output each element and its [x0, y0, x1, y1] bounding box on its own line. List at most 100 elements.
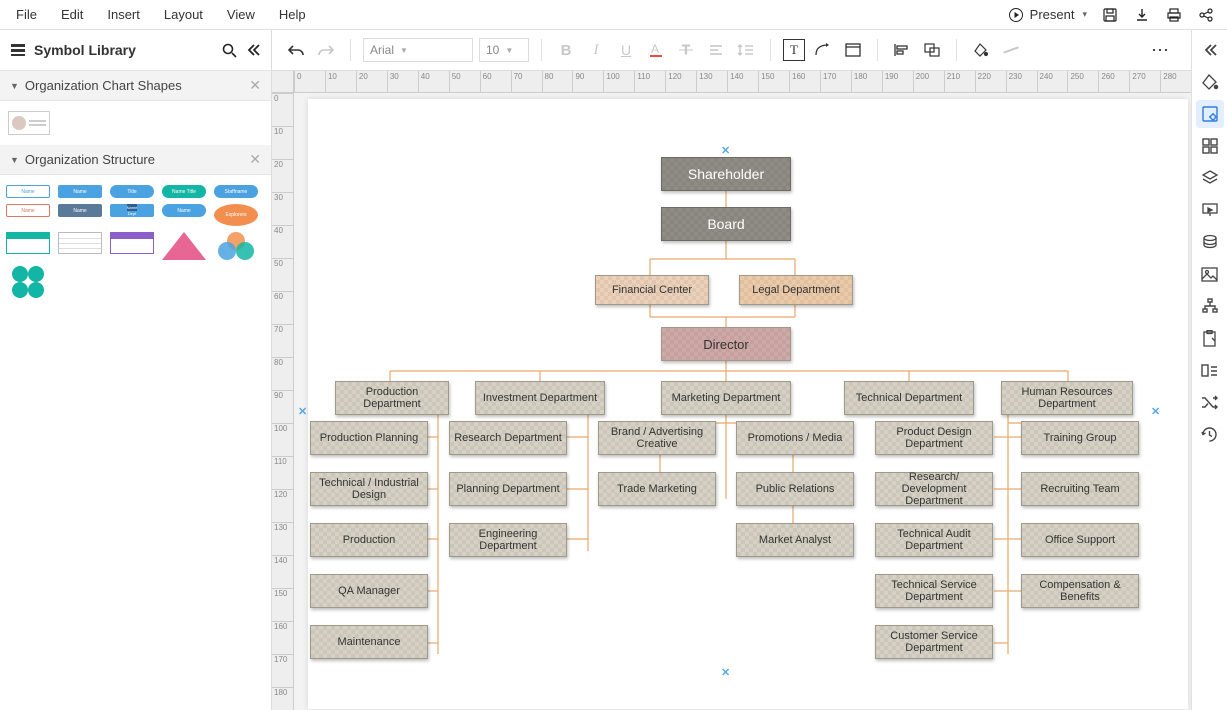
node-dept-technical[interactable]: Technical Department: [844, 381, 974, 415]
close-icon[interactable]: ✕: [249, 151, 261, 168]
share-icon[interactable]: [1197, 6, 1215, 24]
menu-layout[interactable]: Layout: [164, 7, 203, 22]
shape-four-circles[interactable]: [6, 266, 50, 298]
download-icon[interactable]: [1133, 6, 1151, 24]
align-button[interactable]: [704, 38, 728, 62]
menu-help[interactable]: Help: [279, 7, 306, 22]
italic-button[interactable]: I: [584, 38, 608, 62]
shape-explorers[interactable]: Explorers: [214, 204, 258, 226]
node-prod-1[interactable]: Technical / Industrial Design: [310, 472, 428, 506]
save-icon[interactable]: [1101, 6, 1119, 24]
shape-staffname[interactable]: Staffname: [214, 185, 258, 198]
shape-name-title[interactable]: Name Title: [162, 185, 206, 198]
shape-name-dark[interactable]: Name: [58, 204, 102, 217]
node-hr-0[interactable]: Training Group: [1021, 421, 1139, 455]
menu-file[interactable]: File: [16, 7, 37, 22]
align-objects-button[interactable]: [890, 38, 914, 62]
node-prod-0[interactable]: Production Planning: [310, 421, 428, 455]
menu-insert[interactable]: Insert: [107, 7, 140, 22]
present-button[interactable]: Present ▾: [1008, 7, 1087, 23]
close-icon[interactable]: ✕: [249, 77, 261, 94]
node-mktr-0[interactable]: Promotions / Media: [736, 421, 854, 455]
more-button[interactable]: ⋯: [1151, 40, 1171, 61]
node-tech-2[interactable]: Technical Audit Department: [875, 523, 993, 557]
fill-tool-icon[interactable]: [1196, 68, 1224, 96]
shape-table-purple[interactable]: [110, 232, 154, 254]
clipboard-icon[interactable]: [1196, 324, 1224, 352]
node-shareholder[interactable]: Shareholder: [661, 157, 791, 191]
shape-name-dept[interactable]: NameDept: [110, 204, 154, 217]
history-icon[interactable]: [1196, 420, 1224, 448]
shape-triangle[interactable]: [162, 232, 206, 260]
text-tool-button[interactable]: T: [783, 39, 805, 61]
shuffle-icon[interactable]: [1196, 388, 1224, 416]
anchor-bottom[interactable]: ✕: [721, 666, 730, 679]
bold-button[interactable]: B: [554, 38, 578, 62]
node-hr-2[interactable]: Office Support: [1021, 523, 1139, 557]
strike-button[interactable]: T: [674, 38, 698, 62]
node-hr-1[interactable]: Recruiting Team: [1021, 472, 1139, 506]
node-board[interactable]: Board: [661, 207, 791, 241]
anchor-left[interactable]: ✕: [298, 405, 307, 418]
node-mkt-0[interactable]: Brand / Advertising Creative: [598, 421, 716, 455]
node-hr-3[interactable]: Compensation & Benefits: [1021, 574, 1139, 608]
underline-button[interactable]: U: [614, 38, 638, 62]
shape-name-outline[interactable]: Name: [6, 185, 50, 198]
page[interactable]: ✕ ✕ ✕ ✕: [308, 99, 1188, 709]
container-button[interactable]: [841, 38, 865, 62]
node-inv-0[interactable]: Research Department: [449, 421, 567, 455]
shape-table-grid[interactable]: [58, 232, 102, 254]
shape-org-card[interactable]: [8, 111, 50, 135]
node-tech-3[interactable]: Technical Service Department: [875, 574, 993, 608]
node-director[interactable]: Director: [661, 327, 791, 361]
expand-right-icon[interactable]: [1196, 36, 1224, 64]
properties-icon[interactable]: [1196, 100, 1224, 128]
font-size-selector[interactable]: 10▼: [479, 38, 529, 62]
node-mktr-1[interactable]: Public Relations: [736, 472, 854, 506]
node-dept-hr[interactable]: Human Resources Department: [1001, 381, 1133, 415]
node-dept-investment[interactable]: Investment Department: [475, 381, 605, 415]
node-tech-1[interactable]: Research/ Development Department: [875, 472, 993, 506]
group-button[interactable]: [920, 38, 944, 62]
node-inv-1[interactable]: Planning Department: [449, 472, 567, 506]
line-style-button[interactable]: [999, 38, 1023, 62]
redo-button[interactable]: [314, 38, 338, 62]
image-icon[interactable]: [1196, 260, 1224, 288]
shape-venn[interactable]: [214, 232, 258, 260]
node-prod-4[interactable]: Maintenance: [310, 625, 428, 659]
shape-title[interactable]: Title: [110, 185, 154, 198]
anchor-top[interactable]: ✕: [721, 144, 730, 157]
node-prod-3[interactable]: QA Manager: [310, 574, 428, 608]
columns-icon[interactable]: [1196, 356, 1224, 384]
node-financial[interactable]: Financial Center: [595, 275, 709, 305]
fill-button[interactable]: [969, 38, 993, 62]
section-org-shapes[interactable]: ▼ Organization Chart Shapes ✕: [0, 71, 271, 101]
node-dept-marketing[interactable]: Marketing Department: [661, 381, 791, 415]
font-color-button[interactable]: A: [644, 38, 668, 62]
shape-name-round[interactable]: Name: [162, 204, 206, 217]
data-icon[interactable]: [1196, 228, 1224, 256]
node-tech-4[interactable]: Customer Service Department: [875, 625, 993, 659]
node-dept-production[interactable]: Production Department: [335, 381, 449, 415]
shape-table-teal[interactable]: [6, 232, 50, 254]
collapse-icon[interactable]: [245, 42, 261, 58]
undo-button[interactable]: [284, 38, 308, 62]
node-inv-2[interactable]: Engineering Department: [449, 523, 567, 557]
shape-name-solid[interactable]: Name: [58, 185, 102, 198]
node-mkt-1[interactable]: Trade Marketing: [598, 472, 716, 506]
presentation-icon[interactable]: [1196, 196, 1224, 224]
node-mktr-2[interactable]: Market Analyst: [736, 523, 854, 557]
menu-edit[interactable]: Edit: [61, 7, 83, 22]
node-prod-2[interactable]: Production: [310, 523, 428, 557]
shape-name-outline-red[interactable]: Name: [6, 204, 50, 217]
tree-icon[interactable]: [1196, 292, 1224, 320]
node-tech-0[interactable]: Product Design Department: [875, 421, 993, 455]
search-icon[interactable]: [221, 42, 237, 58]
print-icon[interactable]: [1165, 6, 1183, 24]
layers-icon[interactable]: [1196, 164, 1224, 192]
font-selector[interactable]: Arial▼: [363, 38, 473, 62]
node-legal[interactable]: Legal Department: [739, 275, 853, 305]
line-spacing-button[interactable]: [734, 38, 758, 62]
connector-button[interactable]: [811, 38, 835, 62]
canvas[interactable]: ✕ ✕ ✕ ✕: [294, 93, 1191, 710]
